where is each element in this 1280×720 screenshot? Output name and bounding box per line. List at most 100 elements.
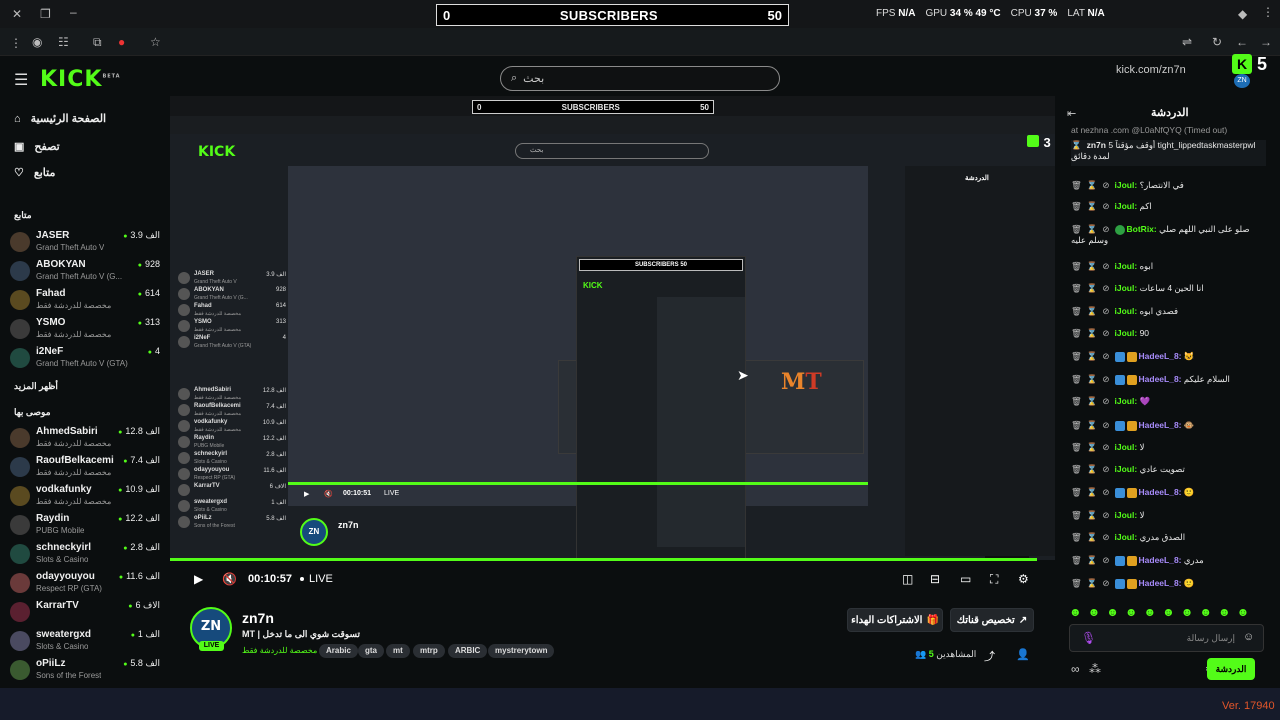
- hamburger-menu-icon[interactable]: ☰: [14, 70, 28, 90]
- follow-icon[interactable]: 👤: [1016, 648, 1030, 661]
- sidebar-channel-item[interactable]: ABOKYAN Grand Theft Auto V (G... 928: [10, 259, 160, 285]
- extension-icon[interactable]: ◆: [1238, 7, 1247, 21]
- chat-message[interactable]: 🗑 ⌛ ⊘ BotRix: صلو على النبي اللهم صلي وسلم …: [1071, 224, 1266, 250]
- chat-message[interactable]: 🗑 ⌛ ⊘ iJoul: انا الحين 4 ساعات: [1071, 283, 1266, 294]
- chat-username[interactable]: BotRix:: [1127, 224, 1157, 234]
- timeout-icon[interactable]: ⌛: [1087, 306, 1098, 316]
- chat-message[interactable]: 🗑 ⌛ ⊘ HadeeL_8: 🙂: [1071, 578, 1266, 589]
- video-player[interactable]: 0 SUBSCRIBERS 50 KICK بحث 3 JASER Grand T…: [170, 96, 1055, 560]
- timeout-icon[interactable]: ⌛: [1087, 374, 1098, 384]
- delete-icon[interactable]: 🗑: [1071, 464, 1082, 474]
- ban-icon[interactable]: ⊘: [1102, 351, 1109, 361]
- timeout-icon[interactable]: ⌛: [1087, 261, 1098, 271]
- ban-icon[interactable]: ⊘: [1102, 578, 1109, 588]
- nav-following[interactable]: ♡ متابع: [14, 166, 55, 179]
- chat-message[interactable]: 🗑 ⌛ ⊘ iJoul: الصدق مدري: [1071, 532, 1266, 543]
- ban-icon[interactable]: ⊘: [1102, 180, 1109, 190]
- ban-icon[interactable]: ⊘: [1102, 328, 1109, 338]
- chat-send-button[interactable]: الدردشة: [1207, 658, 1255, 680]
- sidebar-channel-item[interactable]: YSMO مخصصة للدردشة فقط 313: [10, 317, 160, 343]
- delete-icon[interactable]: 🗑: [1071, 396, 1082, 406]
- timeout-icon[interactable]: ⌛: [1087, 224, 1098, 234]
- delete-icon[interactable]: 🗑: [1071, 261, 1082, 271]
- chat-username[interactable]: iJoul:: [1115, 283, 1138, 293]
- delete-icon[interactable]: 🗑: [1071, 532, 1082, 542]
- chat-message[interactable]: 🗑 ⌛ ⊘ iJoul: لا: [1071, 442, 1266, 453]
- more-icon[interactable]: ⋮: [10, 36, 22, 50]
- theater-mode-icon[interactable]: ▭: [960, 572, 971, 586]
- tag-chip[interactable]: mt: [386, 644, 410, 658]
- notification-badge[interactable]: K 5 ZN: [1232, 54, 1276, 88]
- sidebar-channel-item[interactable]: KarrarTV 6 الاف: [10, 600, 160, 626]
- chat-message[interactable]: 🗑 ⌛ ⊘ iJoul: في الانتصار؟: [1071, 180, 1266, 191]
- chat-username[interactable]: HadeeL_8:: [1139, 487, 1182, 497]
- nav-home[interactable]: ⌂ الصفحة الرئيسية: [14, 112, 106, 126]
- sidebar-channel-item[interactable]: vodkafunky مخصصة للدردشة فقط 10.9 الف: [10, 484, 160, 510]
- chat-message[interactable]: 🗑 ⌛ ⊘ HadeeL_8: مدري: [1071, 555, 1266, 566]
- delete-icon[interactable]: 🗑: [1071, 578, 1082, 588]
- forward-icon[interactable]: →: [1260, 35, 1272, 49]
- timeout-icon[interactable]: ⌛: [1087, 351, 1098, 361]
- address-bar-url[interactable]: kick.com/zn7n: [1116, 64, 1186, 76]
- chat-message[interactable]: 🗑 ⌛ ⊘ iJoul: 90: [1071, 328, 1266, 339]
- chat-username[interactable]: iJoul:: [1115, 396, 1138, 406]
- mute-icon[interactable]: 🔇: [222, 572, 237, 586]
- chat-username[interactable]: HadeeL_8:: [1139, 578, 1182, 588]
- ban-icon[interactable]: ⊘: [1102, 510, 1109, 520]
- timeout-icon[interactable]: ⌛: [1087, 396, 1098, 406]
- emoji-picker-icon[interactable]: ☺: [1243, 631, 1254, 643]
- record-icon[interactable]: ●: [118, 35, 125, 49]
- maximize-icon[interactable]: ❐: [40, 7, 51, 21]
- timeout-icon[interactable]: ⌛: [1087, 464, 1098, 474]
- minimize-icon[interactable]: –: [70, 5, 77, 19]
- chat-username[interactable]: iJoul:: [1115, 532, 1138, 542]
- fullscreen-icon[interactable]: ⛶: [990, 572, 998, 587]
- ban-icon[interactable]: ⊘: [1102, 283, 1109, 293]
- ban-icon[interactable]: ⊘: [1102, 224, 1109, 234]
- chat-message[interactable]: 🗑 ⌛ ⊘ HadeeL_8: 🐵: [1071, 420, 1266, 431]
- tag-chip[interactable]: mtrp: [413, 644, 445, 658]
- timeout-icon[interactable]: ⌛: [1087, 487, 1098, 497]
- delete-icon[interactable]: 🗑: [1071, 180, 1082, 190]
- bookmark-star-icon[interactable]: ☆: [150, 35, 161, 49]
- timeout-icon[interactable]: ⌛: [1087, 420, 1098, 430]
- chat-message[interactable]: 🗑 ⌛ ⊘ HadeeL_8: 😺: [1071, 351, 1266, 362]
- settings-gear-icon[interactable]: ⚙: [1018, 572, 1029, 586]
- ban-icon[interactable]: ⊘: [1102, 555, 1109, 565]
- sidebar-channel-item[interactable]: odayyouyou Respect RP (GTA) 11.6 الف: [10, 571, 160, 597]
- tag-chip[interactable]: Arabic: [319, 644, 358, 658]
- sidebar-channel-item[interactable]: JASER Grand Theft Auto V 3.9 الف: [10, 230, 160, 256]
- sidebar-channel-item[interactable]: AhmedSabiri مخصصة للدردشة فقط 12.8 الف: [10, 426, 160, 452]
- delete-icon[interactable]: 🗑: [1071, 555, 1082, 565]
- reload-icon[interactable]: ↻: [1212, 35, 1222, 49]
- tag-chip[interactable]: ARBIC: [448, 644, 488, 658]
- sidebar-channel-item[interactable]: Raydin PUBG Mobile 12.2 الف: [10, 513, 160, 539]
- timeout-icon[interactable]: ⌛: [1087, 328, 1098, 338]
- delete-icon[interactable]: 🗑: [1071, 374, 1082, 384]
- chat-username[interactable]: iJoul:: [1115, 306, 1138, 316]
- delete-icon[interactable]: 🗑: [1071, 283, 1082, 293]
- settings-icon[interactable]: ☷: [58, 35, 69, 49]
- sidebar-channel-item[interactable]: i2NeF Grand Theft Auto V (GTA) 4: [10, 346, 160, 372]
- chat-message[interactable]: 🗑 ⌛ ⊘ HadeeL_8: 🙂: [1071, 487, 1266, 498]
- timeout-icon[interactable]: ⌛: [1087, 201, 1098, 211]
- delete-icon[interactable]: 🗑: [1071, 306, 1082, 316]
- delete-icon[interactable]: 🗑: [1071, 328, 1082, 338]
- clip-icon[interactable]: ⊟: [930, 572, 940, 586]
- search-input[interactable]: ⌕ بحث: [500, 66, 780, 91]
- menu-dots-icon[interactable]: ⋮: [1262, 5, 1274, 19]
- chat-message[interactable]: 🗑 ⌛ ⊘ iJoul: لا: [1071, 510, 1266, 521]
- chat-username[interactable]: iJoul:: [1115, 464, 1138, 474]
- ban-icon[interactable]: ⊘: [1102, 306, 1109, 316]
- sidebar-channel-item[interactable]: sweatergxd Slots & Casino 1 الف: [10, 629, 160, 655]
- chat-message[interactable]: 🗑 ⌛ ⊘ iJoul: فصدي ابوه: [1071, 306, 1266, 317]
- extensions-icon[interactable]: ⧉: [93, 35, 102, 49]
- microphone-icon[interactable]: 🎙: [1081, 631, 1096, 645]
- gift-subs-button[interactable]: الاشتراكات الهداء 🎁: [847, 608, 943, 632]
- sidebar-channel-item[interactable]: RaoufBelkacemi مخصصة للدردشة فقط 7.4 الف: [10, 455, 160, 481]
- customize-channel-button[interactable]: تخصيص قناتك ↗: [950, 608, 1034, 632]
- delete-icon[interactable]: 🗑: [1071, 224, 1082, 234]
- users-icon[interactable]: ⁂: [1089, 662, 1101, 676]
- delete-icon[interactable]: 🗑: [1071, 510, 1082, 520]
- tag-chip[interactable]: mystrerytown: [488, 644, 555, 658]
